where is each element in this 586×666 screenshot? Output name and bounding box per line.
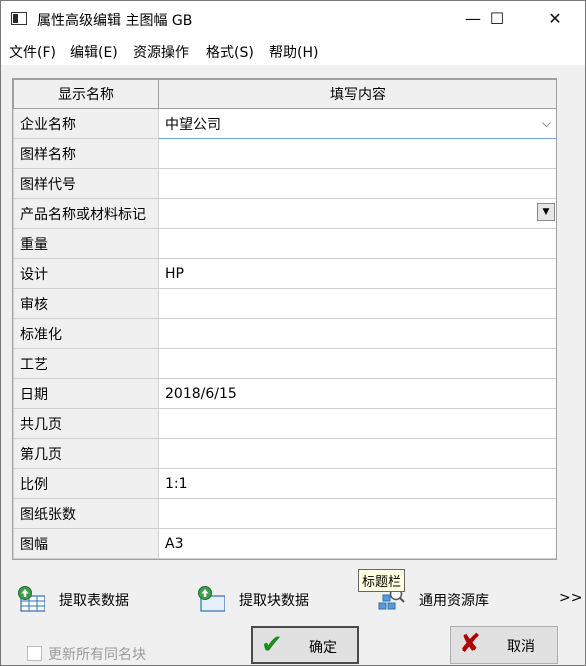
grid-row: 共几页 bbox=[13, 408, 556, 439]
row-name: 图纸张数 bbox=[13, 498, 159, 529]
cancel-button[interactable]: ✘ 取消 bbox=[450, 626, 558, 664]
row-name: 设计 bbox=[13, 258, 159, 289]
update-same-name-checkbox[interactable]: 更新所有同名块 bbox=[27, 644, 146, 664]
row-value[interactable]: 2018/6/15 bbox=[158, 378, 556, 409]
extract-block-button[interactable]: 提取块数据 bbox=[197, 581, 327, 617]
grid-row: 企业名称 中望公司 ⌵ bbox=[13, 108, 556, 139]
row-name: 共几页 bbox=[13, 408, 159, 439]
row-name: 标准化 bbox=[13, 318, 159, 349]
chevron-down-icon[interactable]: ⌵ bbox=[542, 116, 551, 131]
maximize-button[interactable]: ☐ bbox=[474, 1, 520, 37]
title-bar[interactable]: 属性高级编辑 主图幅 GB — ☐ ✕ bbox=[1, 1, 585, 37]
checkbox-box[interactable] bbox=[27, 646, 42, 661]
row-name: 日期 bbox=[13, 378, 159, 409]
row-value[interactable] bbox=[158, 318, 556, 349]
bottom-toolbar: 提取表数据 提取块数据 通用资源库 bbox=[1, 581, 585, 617]
dropdown-arrow-icon[interactable]: ▼ bbox=[537, 203, 555, 221]
header-fill-content[interactable]: 填写内容 bbox=[158, 79, 556, 109]
menu-help[interactable]: 帮助(H) bbox=[269, 42, 318, 62]
row-value: 中望公司 bbox=[165, 116, 221, 133]
grid-row: 比例 1:1 bbox=[13, 468, 556, 499]
ok-label: 确定 bbox=[309, 640, 337, 656]
block-extract-icon bbox=[198, 586, 225, 612]
grid-row: 标准化 bbox=[13, 318, 556, 349]
row-name: 工艺 bbox=[13, 348, 159, 379]
table-extract-icon bbox=[18, 586, 45, 612]
grid-row: 图样名称 bbox=[13, 138, 556, 169]
grid-row: 图样代号 bbox=[13, 168, 556, 199]
row-name: 图样名称 bbox=[13, 138, 159, 169]
cancel-label: 取消 bbox=[507, 639, 535, 655]
menu-edit[interactable]: 编辑(E) bbox=[70, 42, 118, 62]
menu-file[interactable]: 文件(F) bbox=[9, 42, 56, 62]
tooltip: 标题栏 bbox=[358, 569, 406, 592]
row-name: 企业名称 bbox=[13, 108, 159, 139]
header-display-name[interactable]: 显示名称 bbox=[13, 79, 159, 109]
row-name: 比例 bbox=[13, 468, 159, 499]
row-value[interactable] bbox=[158, 138, 556, 169]
grid-row: 审核 bbox=[13, 288, 556, 319]
row-value[interactable] bbox=[158, 498, 556, 529]
row-name: 审核 bbox=[13, 288, 159, 319]
grid-row: 设计 HP bbox=[13, 258, 556, 289]
close-button[interactable]: ✕ bbox=[532, 1, 578, 37]
menu-resource[interactable]: 资源操作 bbox=[133, 42, 189, 62]
more-button[interactable]: >> bbox=[559, 590, 582, 606]
grid-row: 图幅 A3 bbox=[13, 528, 556, 559]
ok-button[interactable]: ✔ 确定 bbox=[251, 626, 359, 664]
row-value[interactable] bbox=[158, 288, 556, 319]
grid-row: 第几页 bbox=[13, 438, 556, 469]
company-name-combobox[interactable]: 中望公司 ⌵ bbox=[158, 108, 556, 139]
grid-row: 图纸张数 bbox=[13, 498, 556, 529]
material-combobox[interactable]: ▼ bbox=[158, 198, 556, 229]
row-name: 图样代号 bbox=[13, 168, 159, 199]
dialog-window: 属性高级编辑 主图幅 GB — ☐ ✕ 文件(F) 编辑(E) 资源操作 格式(… bbox=[0, 0, 586, 666]
extract-table-button[interactable]: 提取表数据 bbox=[17, 581, 147, 617]
row-value[interactable] bbox=[158, 228, 556, 259]
row-value[interactable]: HP bbox=[158, 258, 556, 289]
cross-icon: ✘ bbox=[459, 629, 481, 659]
extract-block-label: 提取块数据 bbox=[239, 593, 309, 609]
menu-format[interactable]: 格式(S) bbox=[206, 42, 254, 62]
menu-bar: 文件(F) 编辑(E) 资源操作 格式(S) 帮助(H) bbox=[1, 37, 585, 65]
row-value[interactable]: 1:1 bbox=[158, 468, 556, 499]
grid-row: 工艺 bbox=[13, 348, 556, 379]
row-name: 第几页 bbox=[13, 438, 159, 469]
app-icon bbox=[11, 12, 27, 25]
attribute-grid: 显示名称 填写内容 企业名称 中望公司 ⌵ 图样名称 图样代号 产品名称或材料标… bbox=[12, 78, 557, 560]
row-value[interactable] bbox=[158, 438, 556, 469]
grid-row: 日期 2018/6/15 bbox=[13, 378, 556, 409]
row-name: 重量 bbox=[13, 228, 159, 259]
extract-table-label: 提取表数据 bbox=[59, 593, 129, 609]
row-name: 产品名称或材料标记 bbox=[13, 198, 159, 229]
grid-row: 重量 bbox=[13, 228, 556, 259]
checkbox-label: 更新所有同名块 bbox=[48, 647, 146, 663]
grid-header: 显示名称 填写内容 bbox=[13, 79, 556, 109]
checkmark-icon: ✔ bbox=[261, 630, 283, 660]
row-value[interactable] bbox=[158, 168, 556, 199]
window-title: 属性高级编辑 主图幅 GB bbox=[37, 13, 193, 29]
row-name: 图幅 bbox=[13, 528, 159, 559]
row-value[interactable] bbox=[158, 348, 556, 379]
row-value[interactable]: A3 bbox=[158, 528, 556, 559]
grid-row: 产品名称或材料标记 ▼ bbox=[13, 198, 556, 229]
resource-library-label: 通用资源库 bbox=[419, 593, 489, 609]
row-value[interactable] bbox=[158, 408, 556, 439]
